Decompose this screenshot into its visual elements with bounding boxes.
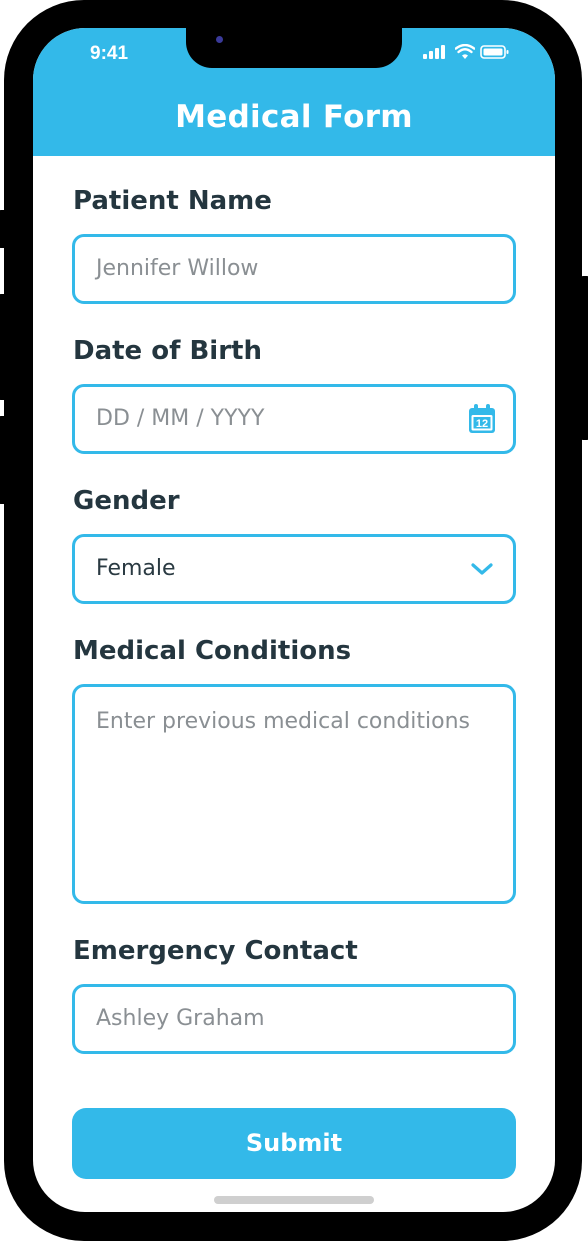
submit-button[interactable]: Submit [72,1108,516,1179]
patient-name-label: Patient Name [73,186,272,216]
medical-conditions-textarea[interactable]: Enter previous medical conditions [72,684,516,904]
calendar-day: 12 [476,418,488,430]
battery-icon [480,45,509,59]
gender-label: Gender [73,486,180,516]
medical-conditions-label: Medical Conditions [73,636,352,666]
date-of-birth-placeholder: DD / MM / YYYY [96,406,265,431]
notch [186,28,402,68]
emergency-contact-label: Emergency Contact [73,936,358,966]
emergency-contact-field[interactable]: Ashley Graham [72,984,516,1054]
power-button [580,276,588,440]
page-title: Medical Form [175,99,413,135]
phone-screen: 9:41 Medical Form Patient Name Jennifer … [33,28,555,1212]
app-header: 9:41 Medical Form [33,28,555,156]
gender-select[interactable]: Female [72,534,516,604]
gender-selected-value: Female [96,556,176,581]
medical-conditions-placeholder: Enter previous medical conditions [96,709,470,734]
volume-down-button [0,416,8,504]
patient-name-value: Jennifer Willow [96,256,259,281]
date-of-birth-field[interactable]: DD / MM / YYYY 12 [72,384,516,454]
front-camera [216,36,223,43]
status-icons [423,44,513,60]
date-of-birth-label: Date of Birth [73,336,262,366]
wifi-icon [455,44,475,59]
signal-icon [423,45,445,59]
emergency-contact-value: Ashley Graham [96,1006,265,1031]
mute-switch [0,210,8,248]
patient-name-field[interactable]: Jennifer Willow [72,234,516,304]
chevron-down-icon[interactable] [470,562,494,576]
home-indicator [214,1196,374,1204]
volume-up-button [0,294,8,400]
status-time: 9:41 [90,43,129,64]
calendar-icon[interactable]: 12 [468,404,496,434]
